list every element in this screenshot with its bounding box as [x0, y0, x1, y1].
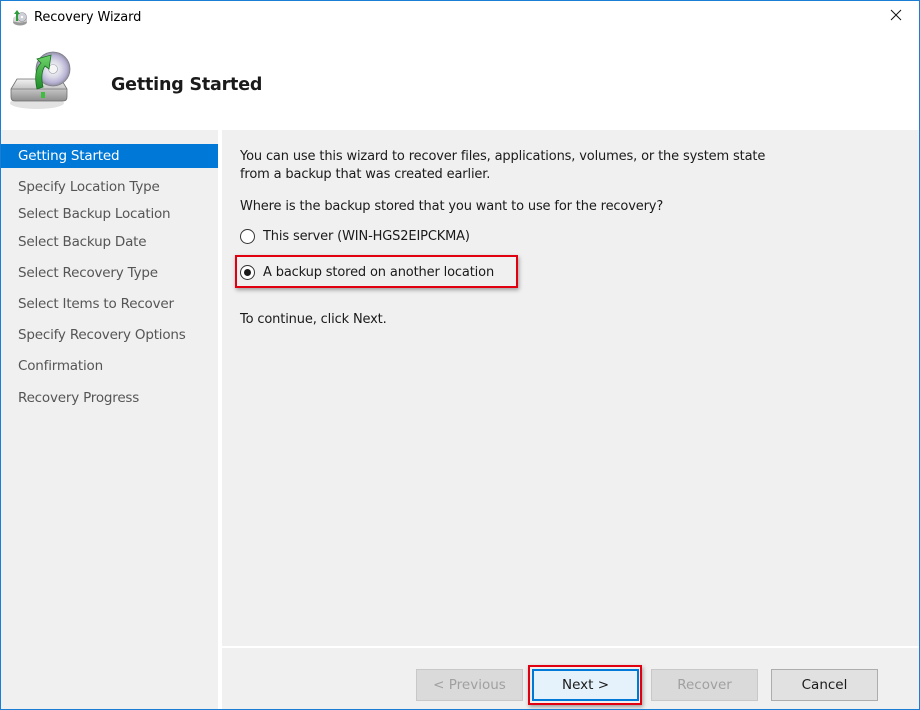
close-icon — [890, 9, 902, 25]
wizard-content: You can use this wizard to recover files… — [222, 130, 919, 646]
sidebar-item-specify-location-type[interactable]: Specify Location Type — [1, 175, 218, 199]
radio-label: This server (WIN-HGS2EIPCKMA) — [263, 228, 470, 244]
next-button[interactable]: Next > — [532, 669, 639, 701]
radio-button-selected[interactable] — [240, 264, 255, 280]
radio-option-this-server[interactable]: This server (WIN-HGS2EIPCKMA) — [240, 225, 470, 247]
previous-button[interactable]: < Previous — [416, 669, 523, 701]
continue-instruction: To continue, click Next. — [240, 312, 387, 327]
radio-button[interactable] — [240, 228, 255, 244]
sidebar-item-select-backup-date[interactable]: Select Backup Date — [1, 230, 218, 254]
recover-button[interactable]: Recover — [651, 669, 758, 701]
cancel-button[interactable]: Cancel — [771, 669, 878, 701]
intro-text-line-2: from a backup that was created earlier. — [240, 167, 491, 182]
wizard-body: Getting Started Specify Location Type Se… — [1, 130, 919, 709]
recovery-wizard-icon — [11, 9, 29, 27]
radio-option-another-location[interactable]: A backup stored on another location — [240, 261, 494, 283]
sidebar-item-getting-started[interactable]: Getting Started — [1, 144, 218, 168]
title-bar: Recovery Wizard — [1, 1, 919, 35]
radio-label: A backup stored on another location — [263, 264, 495, 280]
sidebar-item-select-backup-location[interactable]: Select Backup Location — [1, 202, 218, 226]
intro-text-line-1: You can use this wizard to recover files… — [240, 149, 766, 164]
sidebar-item-select-recovery-type[interactable]: Select Recovery Type — [1, 261, 218, 285]
close-button[interactable] — [873, 1, 919, 33]
window-title: Recovery Wizard — [34, 10, 142, 25]
disk-recovery-icon — [7, 45, 75, 111]
wizard-steps-sidebar: Getting Started Specify Location Type Se… — [1, 130, 218, 709]
sidebar-item-recovery-progress[interactable]: Recovery Progress — [1, 386, 218, 410]
wizard-footer: < Previous Next > Recover Cancel — [222, 648, 919, 709]
page-title: Getting Started — [111, 75, 263, 95]
sidebar-item-confirmation[interactable]: Confirmation — [1, 354, 218, 378]
wizard-header: Getting Started — [1, 35, 919, 130]
sidebar-item-select-items-to-recover[interactable]: Select Items to Recover — [1, 292, 218, 316]
sidebar-item-specify-recovery-options[interactable]: Specify Recovery Options — [1, 323, 218, 347]
backup-location-question: Where is the backup stored that you want… — [240, 199, 664, 214]
recovery-wizard-window: Recovery Wizard Getting Started Getting … — [0, 0, 920, 710]
